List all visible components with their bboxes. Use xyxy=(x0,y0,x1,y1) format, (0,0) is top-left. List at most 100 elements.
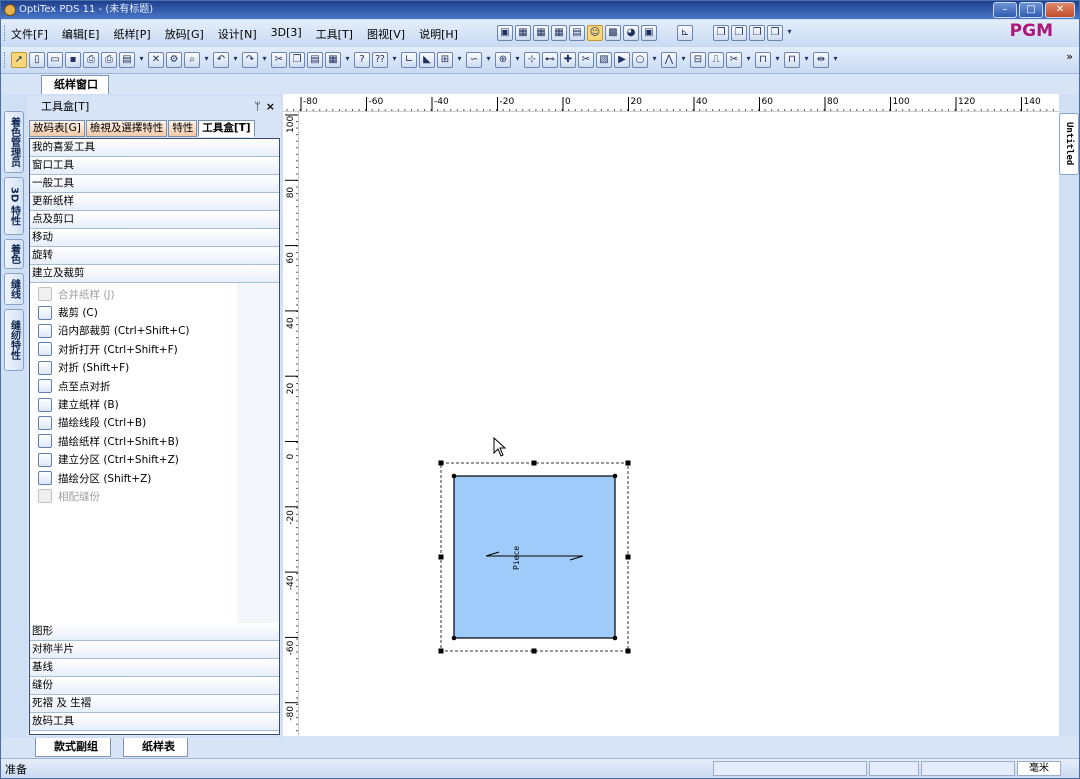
menu-item[interactable]: 设计[N] xyxy=(216,26,259,42)
pattern-piece[interactable] xyxy=(453,475,616,639)
toolbox-section[interactable]: 一般工具 xyxy=(30,175,279,193)
new-file-icon[interactable]: ▯ xyxy=(29,52,45,68)
copy-piece-icon[interactable]: ❐ xyxy=(713,25,729,41)
resize-handle[interactable] xyxy=(531,460,537,466)
calculator-icon[interactable]: ▤ xyxy=(569,25,585,41)
close-button[interactable]: ✕ xyxy=(1045,2,1075,18)
notch-tool-icon[interactable]: ⊕ xyxy=(495,52,511,68)
triangle-tool-icon[interactable]: ◣ xyxy=(419,52,435,68)
resize-handle[interactable] xyxy=(438,648,444,654)
minimize-button[interactable]: – xyxy=(993,2,1017,18)
toolbox-section[interactable]: 建立及裁剪 xyxy=(30,265,279,283)
maximize-button[interactable]: □ xyxy=(1019,2,1043,18)
resize-handle[interactable] xyxy=(625,554,631,560)
menu-item[interactable]: 放码[G] xyxy=(163,26,206,42)
menu-item[interactable]: 编辑[E] xyxy=(60,26,102,42)
grid-alt-icon[interactable]: ▦ xyxy=(551,25,567,41)
chevron-down-icon[interactable]: ▾ xyxy=(773,52,782,68)
resize-handle[interactable] xyxy=(438,460,444,466)
pattern-canvas[interactable]: Piece xyxy=(299,112,1059,736)
chevron-down-icon[interactable]: ▾ xyxy=(785,25,794,41)
add-point-icon[interactable]: ✚ xyxy=(560,52,576,68)
point-tool-icon[interactable]: ⊹ xyxy=(524,52,540,68)
mirror-tool-icon[interactable]: ⎍ xyxy=(708,52,724,68)
panel-tab[interactable]: 工具盒[T] xyxy=(198,120,255,137)
measure-tool-icon[interactable]: ⊷ xyxy=(542,52,558,68)
close-icon[interactable]: × xyxy=(266,96,275,118)
chevron-down-icon[interactable]: ▾ xyxy=(455,52,464,68)
page-icon[interactable]: ❒ xyxy=(767,25,783,41)
copy-icon[interactable]: ❐ xyxy=(289,52,305,68)
panel-tab[interactable]: 放码表[G] xyxy=(29,120,85,137)
texture-icon[interactable]: ▩ xyxy=(605,25,621,41)
paste-icon[interactable]: ▤ xyxy=(307,52,323,68)
chevron-down-icon[interactable]: ▾ xyxy=(390,52,399,68)
side-tab[interactable]: 着色 xyxy=(4,239,24,269)
build-piece-icon[interactable]: ⊓ xyxy=(755,52,771,68)
plot-icon[interactable]: ▤ xyxy=(119,52,135,68)
chevron-down-icon[interactable]: ▾ xyxy=(831,52,840,68)
side-tab[interactable]: 缝线 xyxy=(4,273,24,305)
fold-tool-icon[interactable]: ▧ xyxy=(596,52,612,68)
toolbox-section[interactable]: 旋转 xyxy=(30,247,279,265)
dart-tool-icon[interactable]: ⋀ xyxy=(661,52,677,68)
toolbox-section[interactable]: 更新纸样 xyxy=(30,193,279,211)
cut-piece-icon[interactable]: ✂ xyxy=(726,52,742,68)
toolbox-section[interactable]: 放码工具 xyxy=(30,713,279,731)
toolbox-section[interactable]: 基线 xyxy=(30,659,279,677)
hanger-tool-icon[interactable]: ⊟ xyxy=(690,52,706,68)
menu-item[interactable]: 文件[F] xyxy=(9,26,50,42)
select-arrow-icon[interactable]: ➚ xyxy=(11,52,27,68)
line-tool-icon[interactable]: ∟ xyxy=(401,52,417,68)
table-icon[interactable]: ▦ xyxy=(515,25,531,41)
side-tab[interactable]: 3D 特性 xyxy=(4,177,24,235)
measure-icon[interactable]: ⊾ xyxy=(677,25,693,41)
toolbox-section[interactable]: 图形 xyxy=(30,623,279,641)
duplicate-icon[interactable]: ❐ xyxy=(749,25,765,41)
print-icon[interactable]: ⎙ xyxy=(83,52,99,68)
open-fold-icon[interactable]: ⊓ xyxy=(784,52,800,68)
chevron-down-icon[interactable]: ▾ xyxy=(260,52,269,68)
resize-handle[interactable] xyxy=(625,460,631,466)
toolbox-section[interactable]: 缝份 xyxy=(30,677,279,695)
side-tab[interactable]: 着色管理员 xyxy=(4,111,24,173)
toolbar-grip[interactable] xyxy=(4,25,7,41)
tab-style-subgroup[interactable]: 款式副组 xyxy=(35,738,111,757)
menu-item[interactable]: 工具[T] xyxy=(314,26,355,42)
app-icon[interactable] xyxy=(4,4,16,16)
side-tab[interactable]: 缝纫特性 xyxy=(4,309,24,371)
redo-icon[interactable]: ↷ xyxy=(242,52,258,68)
tab-pattern-list[interactable]: 纸样表 xyxy=(123,738,188,757)
undo-icon[interactable]: ↶ xyxy=(213,52,229,68)
tab-pattern-window[interactable]: 纸样窗口 xyxy=(41,75,109,94)
help-icon[interactable]: ? xyxy=(354,52,370,68)
toolbox-section[interactable]: 死褶 及 生褶 xyxy=(30,695,279,713)
wand-icon[interactable]: ⚙ xyxy=(166,52,182,68)
panel-tab[interactable]: 特性 xyxy=(168,120,198,137)
toolbox-section[interactable]: 移动 xyxy=(30,229,279,247)
chevron-down-icon[interactable]: ▾ xyxy=(343,52,352,68)
paste-piece-icon[interactable]: ❐ xyxy=(731,25,747,41)
chevron-down-icon[interactable]: ▾ xyxy=(484,52,493,68)
scissors-tool-icon[interactable]: ✂ xyxy=(578,52,594,68)
properties-icon[interactable]: ▦ xyxy=(325,52,341,68)
menu-item[interactable]: 说明[H] xyxy=(417,26,460,42)
toolbox-section[interactable]: 点及剪口 xyxy=(30,211,279,229)
curve-tool-icon[interactable]: ∽ xyxy=(466,52,482,68)
circle-tool-icon[interactable]: ○ xyxy=(632,52,648,68)
resize-handle[interactable] xyxy=(531,648,537,654)
menu-item[interactable]: 3D[3] xyxy=(269,26,304,42)
panel-tab[interactable]: 檢視及選擇特性 xyxy=(85,120,168,137)
chevron-down-icon[interactable]: ▾ xyxy=(744,52,753,68)
menu-item[interactable]: 图视[V] xyxy=(365,26,407,42)
window-icon[interactable]: ▣ xyxy=(497,25,513,41)
toolbox-section[interactable]: 我的喜爱工具 xyxy=(30,139,279,157)
chevron-down-icon[interactable]: ▾ xyxy=(513,52,522,68)
menu-item[interactable]: 纸样[P] xyxy=(111,26,152,42)
zoom-icon[interactable]: ⌕ xyxy=(184,52,200,68)
chevron-down-icon[interactable]: ▾ xyxy=(137,52,146,68)
color-icon[interactable]: ◕ xyxy=(623,25,639,41)
piece-tool-icon[interactable]: ▶ xyxy=(614,52,630,68)
cut-icon[interactable]: ✂ xyxy=(271,52,287,68)
chevron-down-icon[interactable]: ▾ xyxy=(802,52,811,68)
